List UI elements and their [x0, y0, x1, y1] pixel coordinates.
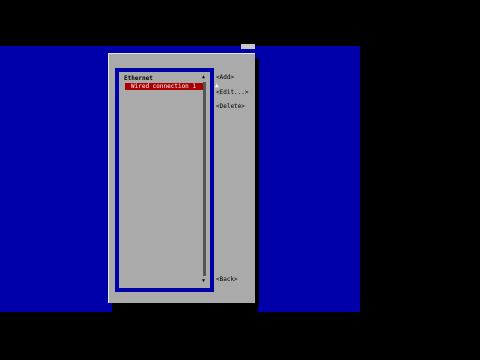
list-item-wired-connection[interactable]: Wired connection 1	[125, 83, 203, 90]
dialog-shadow-bottom	[112, 302, 258, 312]
group-label-ethernet: Ethernet	[124, 75, 153, 82]
mouse-pointer-icon: ▲	[215, 82, 219, 89]
dialog-shadow-right	[255, 58, 259, 306]
connection-list[interactable]: Ethernet Wired connection 1 ▲ ▼	[115, 68, 214, 292]
add-button[interactable]: <Add>	[216, 74, 234, 81]
window-edge	[241, 44, 255, 49]
edit-button[interactable]: <Edit...>	[216, 89, 249, 96]
back-button[interactable]: <Back>	[216, 276, 238, 283]
connection-list-panel: Ethernet Wired connection 1 ▲ ▼	[118, 71, 211, 289]
scroll-track[interactable]	[203, 82, 206, 276]
scroll-up-arrow-icon[interactable]: ▲	[202, 74, 205, 80]
list-scrollbar[interactable]: ▲ ▼	[202, 74, 207, 284]
delete-button[interactable]: <Delete>	[216, 103, 245, 110]
scroll-down-arrow-icon[interactable]: ▼	[202, 278, 205, 284]
connection-dialog: Ethernet Wired connection 1 ▲ ▼ <Add> <E…	[108, 53, 255, 303]
